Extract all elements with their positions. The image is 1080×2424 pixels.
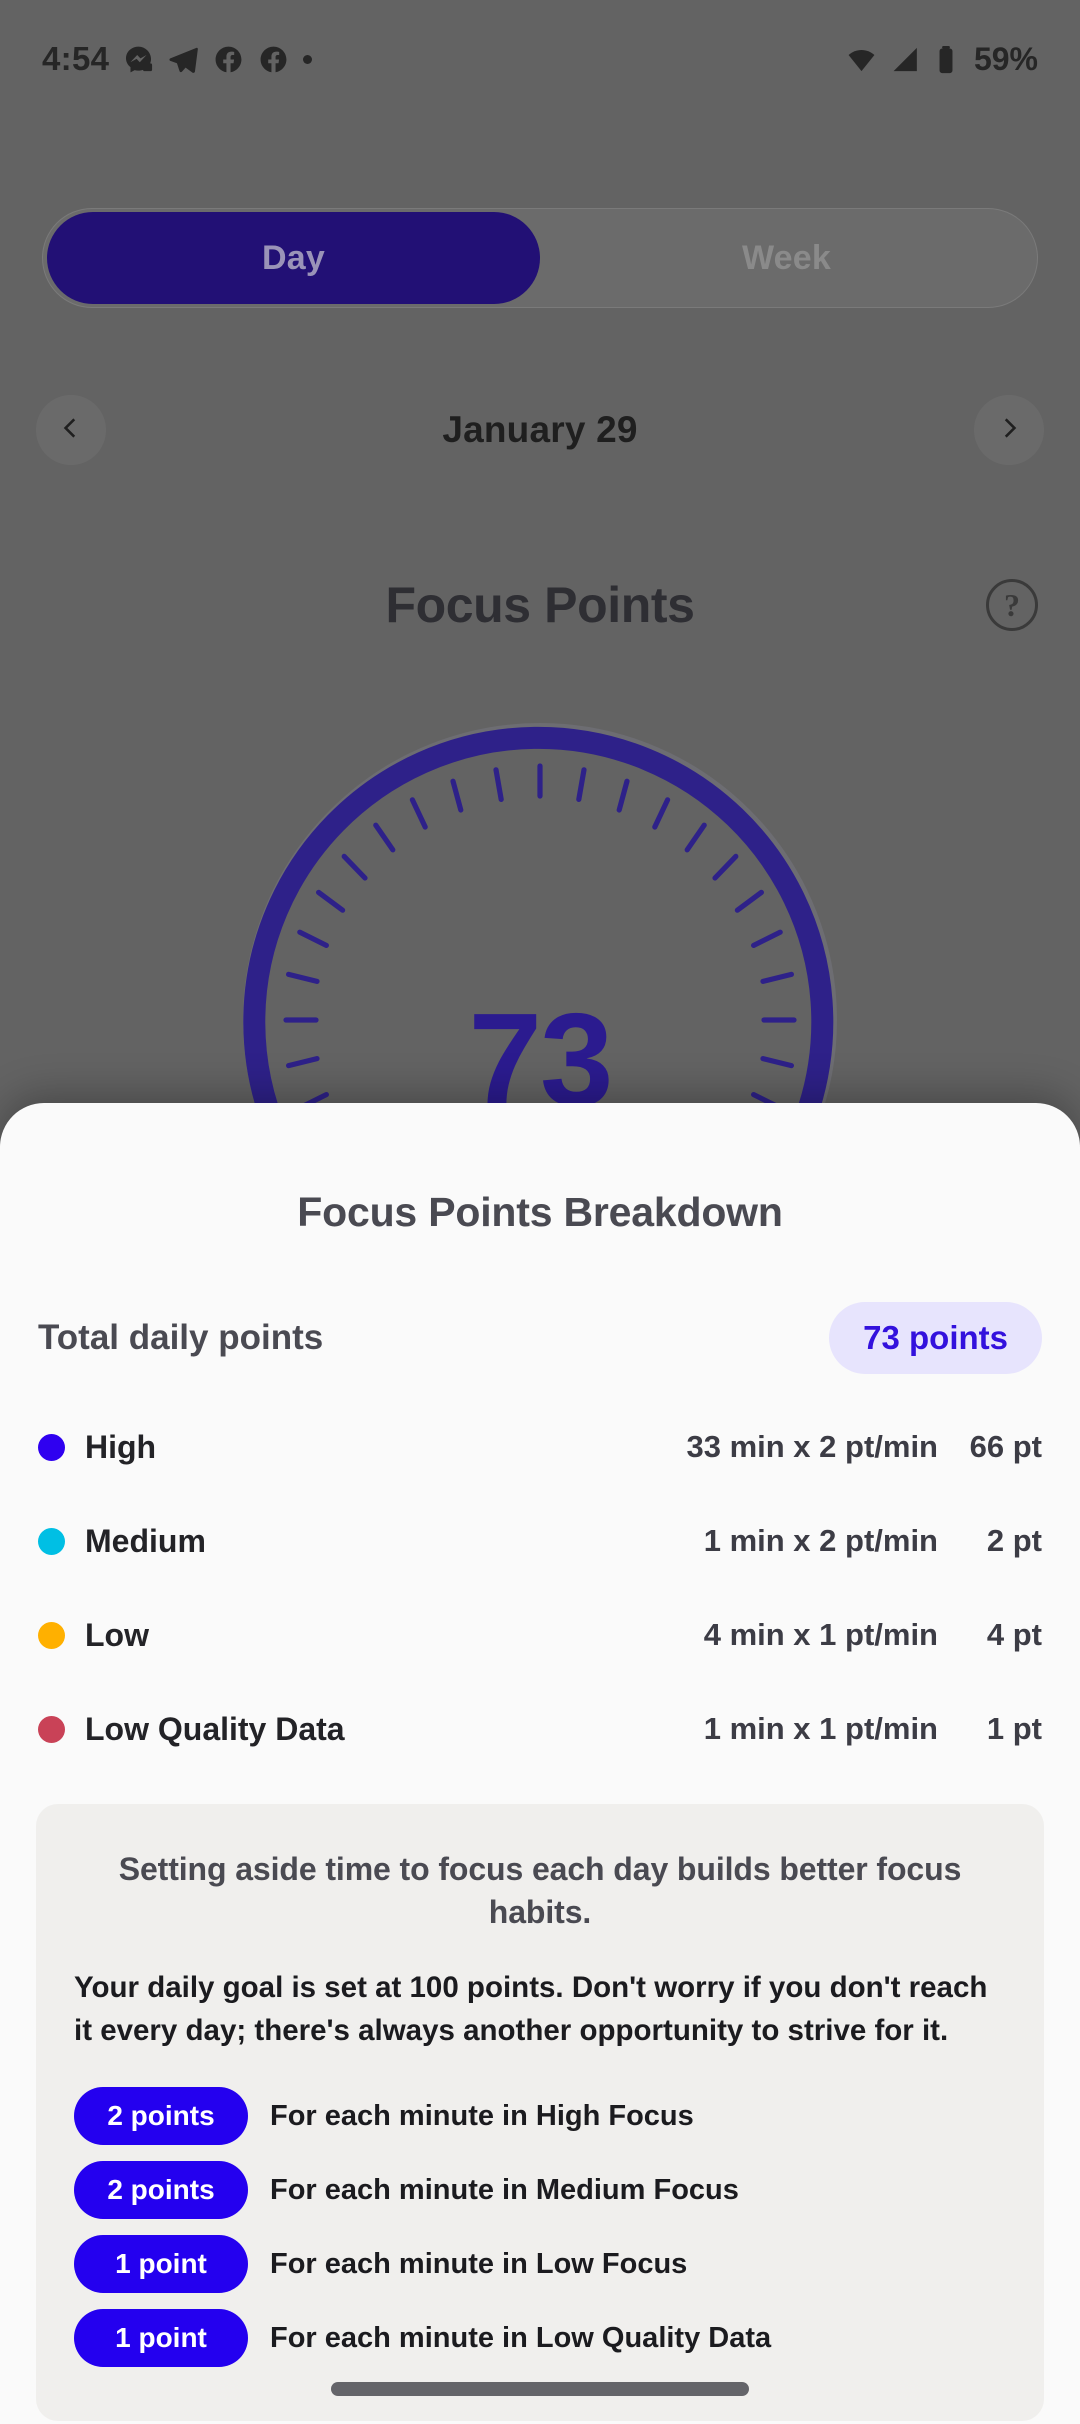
breakdown-name: Low (85, 1616, 149, 1653)
rule-points-badge: 1 point (74, 2235, 248, 2294)
list-item: 2 points For each minute in High Focus (74, 2079, 1006, 2153)
breakdown-points: 1 pt (986, 1711, 1042, 1746)
messenger-chat-icon (123, 44, 154, 75)
overflow-dot-icon (303, 54, 313, 64)
page-title: Focus Points (385, 577, 695, 633)
chevron-right-icon (996, 415, 1022, 446)
rule-description: For each minute in High Focus (270, 2099, 694, 2132)
telegram-icon (168, 44, 199, 75)
tab-day[interactable]: Day (47, 212, 540, 304)
scoring-rules-list: 2 points For each minute in High Focus 2… (74, 2079, 1006, 2375)
home-indicator[interactable] (331, 2382, 749, 2396)
status-bar-right: 59% (846, 41, 1038, 78)
rule-description: For each minute in Medium Focus (270, 2173, 739, 2206)
phone-screen: 4:54 59% Day Week January 29 Focus Point… (0, 0, 1080, 2424)
info-headline: Setting aside time to focus each day bui… (118, 1851, 962, 1930)
total-daily-points-row: Total daily points 73 points (36, 1302, 1044, 1374)
info-body-text: Your daily goal is set at 100 points. Do… (74, 1970, 988, 2048)
rule-points-badge: 1 point (74, 2309, 248, 2368)
list-item: 2 points For each minute in Medium Focus (74, 2153, 1006, 2227)
medium-color-dot (38, 1527, 65, 1555)
breakdown-name: Low Quality Data (85, 1710, 345, 1747)
status-bar: 4:54 59% (0, 0, 1080, 118)
battery-icon (936, 44, 956, 75)
breakdown-name: High (85, 1428, 157, 1465)
low-color-dot (38, 1621, 65, 1649)
tab-week[interactable]: Week (540, 212, 1033, 304)
rule-description: For each minute in Low Quality Data (270, 2321, 772, 2354)
battery-percent-label: 59% (973, 40, 1038, 77)
info-card: Setting aside time to focus each day bui… (36, 1804, 1044, 2422)
breakdown-calc: 1 min x 1 pt/min (703, 1711, 938, 1746)
breakdown-calc: 1 min x 2 pt/min (703, 1523, 938, 1558)
list-item: High 33 min x 2 pt/min 66 pt (36, 1400, 1044, 1494)
status-bar-left: 4:54 (42, 40, 313, 78)
current-date-label: January 29 (442, 409, 638, 450)
focus-points-header: Focus Points ? (0, 560, 1080, 650)
next-day-button[interactable] (973, 395, 1044, 465)
breakdown-points: 4 pt (986, 1617, 1042, 1652)
chevron-left-icon (58, 415, 84, 446)
total-points-badge: 73 points (829, 1302, 1042, 1374)
breakdown-list: High 33 min x 2 pt/min 66 pt Medium 1 mi… (36, 1400, 1044, 1776)
cellular-signal-icon (891, 44, 922, 75)
list-item: Low Quality Data 1 min x 1 pt/min 1 pt (36, 1682, 1044, 1776)
facebook-icon (258, 44, 289, 75)
list-item: 1 point For each minute in Low Focus (74, 2227, 1006, 2301)
breakdown-name: Medium (85, 1522, 206, 1559)
breakdown-calc: 4 min x 1 pt/min (703, 1617, 938, 1652)
list-item: Low 4 min x 1 pt/min 4 pt (36, 1588, 1044, 1682)
total-daily-points-label: Total daily points (38, 1318, 324, 1357)
high-color-dot (38, 1433, 65, 1461)
date-navigation: January 29 (36, 380, 1044, 480)
wifi-icon (846, 44, 877, 75)
low-quality-data-color-dot (38, 1715, 65, 1743)
focus-points-breakdown-sheet: Focus Points Breakdown Total daily point… (0, 1103, 1080, 2424)
previous-day-button[interactable] (36, 395, 106, 465)
list-item: Medium 1 min x 2 pt/min 2 pt (36, 1494, 1044, 1588)
breakdown-calc: 33 min x 2 pt/min (686, 1429, 938, 1464)
breakdown-points: 2 pt (986, 1523, 1042, 1558)
rule-points-badge: 2 points (74, 2087, 248, 2146)
rule-points-badge: 2 points (74, 2161, 248, 2220)
question-mark-icon[interactable]: ? (986, 579, 1038, 631)
status-bar-clock: 4:54 (42, 40, 110, 77)
sheet-title: Focus Points Breakdown (297, 1189, 783, 1235)
facebook-icon (213, 44, 244, 75)
day-week-segmented-control[interactable]: Day Week (42, 208, 1038, 308)
breakdown-points: 66 pt (969, 1429, 1042, 1464)
list-item: 1 point For each minute in Low Quality D… (74, 2301, 1006, 2375)
rule-description: For each minute in Low Focus (270, 2247, 688, 2280)
